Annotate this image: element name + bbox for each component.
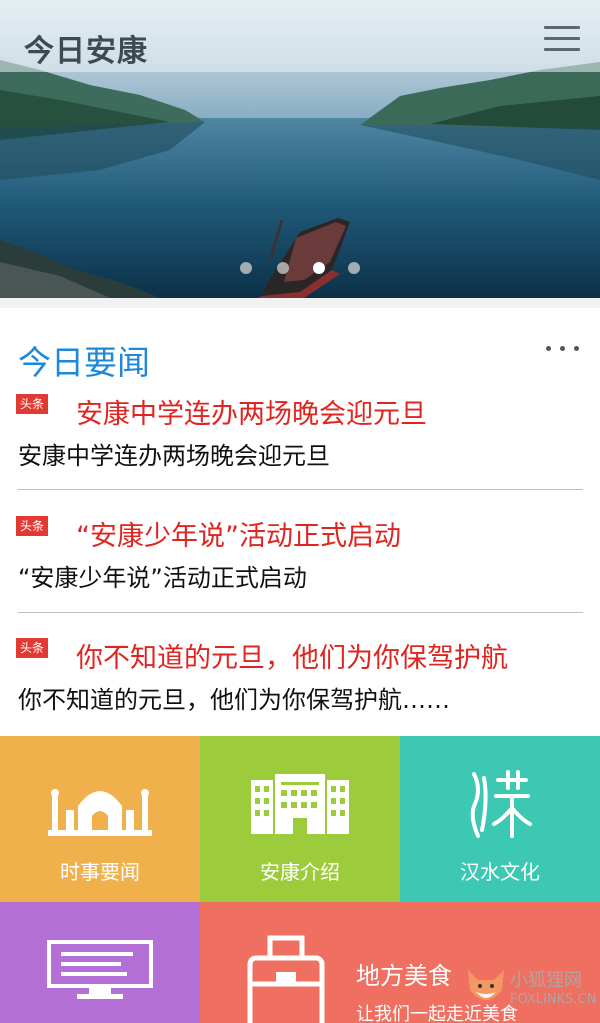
carousel-dot-active[interactable] [313, 262, 325, 274]
news-headline: “安康少年说”活动正式启动 [76, 521, 401, 552]
tile-label: 安康介绍 [260, 860, 340, 884]
calligraphy-icon [470, 770, 532, 838]
tile-screen[interactable] [0, 902, 200, 1023]
suitcase-icon [247, 935, 325, 1023]
news-summary: 你不知道的元旦，他们为你保驾护航…… [18, 686, 450, 714]
building-icon [251, 774, 349, 834]
tile-current-news[interactable]: 时事要闻 [0, 736, 200, 902]
headline-tag: 头条 [16, 638, 48, 658]
more-dot [546, 346, 551, 351]
news-summary: “安康少年说”活动正式启动 [18, 564, 307, 592]
monitor-icon [47, 940, 153, 999]
food-title: 地方美食 [356, 962, 452, 990]
watermark-text: 小狐狸网 [510, 970, 582, 991]
more-dot [574, 346, 579, 351]
tile-label: 汉水文化 [460, 860, 540, 884]
fox-logo-icon [468, 970, 504, 1000]
hero-banner[interactable]: 今日安康 [0, 0, 600, 298]
menu-icon-bar [544, 48, 580, 51]
section-title: 今日要闻 [18, 343, 150, 382]
divider [18, 489, 583, 490]
news-headline: 你不知道的元旦，他们为你保驾护航 [76, 643, 508, 674]
tile-about-ankang[interactable]: 安康介绍 [200, 736, 400, 902]
tile-hanshui-culture[interactable]: 汉水文化 [400, 736, 600, 902]
menu-icon-bar [544, 37, 580, 40]
divider [18, 612, 583, 613]
watermark-subtext: FOXLINKS.CN [510, 992, 597, 1007]
news-summary: 安康中学连办两场晚会迎元旦 [18, 442, 330, 470]
news-item[interactable]: 头条 安康中学连办两场晚会迎元旦 安康中学连办两场晚会迎元旦 [0, 392, 600, 502]
more-icon[interactable] [540, 338, 586, 358]
news-item[interactable]: 头条 你不知道的元旦，他们为你保驾护航 你不知道的元旦，他们为你保驾护航…… [0, 636, 600, 746]
carousel-indicator [240, 262, 364, 276]
menu-icon-bar [544, 26, 580, 29]
app-title: 今日安康 [24, 34, 148, 69]
carousel-dot[interactable] [277, 262, 289, 274]
news-section: 今日要闻 头条 安康中学连办两场晚会迎元旦 安康中学连办两场晚会迎元旦 头条 “… [0, 308, 600, 736]
palace-icon [48, 789, 152, 836]
carousel-dot[interactable] [240, 262, 252, 274]
news-item[interactable]: 头条 “安康少年说”活动正式启动 “安康少年说”活动正式启动 [0, 514, 600, 624]
headline-tag: 头条 [16, 394, 48, 414]
news-headline: 安康中学连办两场晚会迎元旦 [76, 399, 427, 430]
headline-tag: 头条 [16, 516, 48, 536]
more-dot [560, 346, 565, 351]
carousel-dot[interactable] [348, 262, 360, 274]
watermark: 小狐狸网 FOXLINKS.CN [462, 962, 598, 1022]
tile-label: 时事要闻 [60, 860, 140, 884]
menu-icon[interactable] [540, 20, 584, 56]
app-header: 今日安康 [0, 0, 600, 72]
